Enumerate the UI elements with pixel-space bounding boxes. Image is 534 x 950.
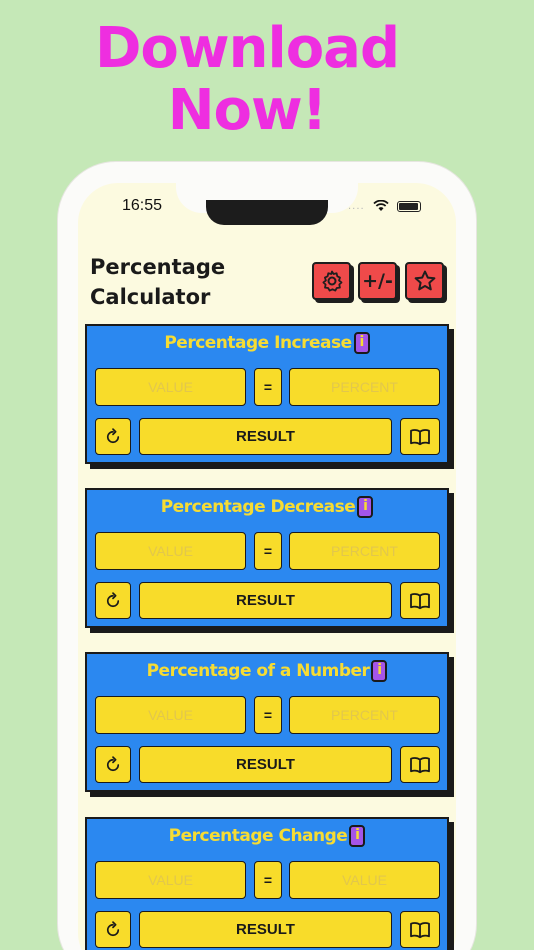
book-icon	[410, 592, 430, 609]
card-title: Percentage of a Number i	[87, 660, 447, 682]
title-line-2: Calculator	[90, 285, 211, 309]
percent-input[interactable]: PERCENT	[289, 696, 440, 734]
refresh-icon	[106, 591, 120, 607]
refresh-icon	[106, 755, 120, 771]
result-display: RESULT	[139, 746, 392, 783]
card-title: Percentage Decrease i	[87, 496, 447, 518]
card-title: Percentage Change i	[87, 825, 447, 847]
result-display: RESULT	[139, 911, 392, 948]
plus-minus-label: +/-	[362, 270, 393, 292]
percent-input[interactable]: PERCENT	[289, 368, 440, 406]
promo-headline: Download Now!	[0, 18, 494, 142]
star-icon	[414, 270, 435, 291]
book-icon	[410, 921, 430, 938]
reset-button[interactable]	[95, 911, 131, 948]
favorites-button[interactable]	[405, 262, 444, 300]
promo-line-2: Now!	[167, 78, 328, 143]
info-icon[interactable]: i	[349, 825, 366, 847]
title-line-1: Percentage	[90, 255, 226, 279]
book-icon	[410, 756, 430, 773]
value-input[interactable]: VALUE	[95, 368, 246, 406]
status-time: 16:55	[122, 197, 163, 214]
book-icon	[410, 428, 430, 445]
plus-minus-button[interactable]: +/-	[358, 262, 397, 300]
result-display: RESULT	[139, 418, 392, 455]
signal-icon: ....	[348, 200, 365, 212]
status-icons: ....	[348, 198, 421, 214]
equals-sign: =	[254, 532, 282, 570]
page-title: Percentage Calculator	[90, 252, 290, 312]
info-icon[interactable]: i	[353, 332, 370, 354]
reset-button[interactable]	[95, 582, 131, 619]
history-button[interactable]	[400, 746, 440, 783]
card-percentage-increase: Percentage Increase i VALUE = PERCENT RES…	[85, 324, 449, 464]
history-button[interactable]	[400, 911, 440, 948]
value-input[interactable]: VALUE	[95, 532, 246, 570]
card-percentage-decrease: Percentage Decrease i VALUE = PERCENT RES…	[85, 488, 449, 628]
card-percentage-of-number: Percentage of a Number i VALUE = PERCENT …	[85, 652, 449, 792]
value-input[interactable]: VALUE	[95, 696, 246, 734]
result-display: RESULT	[139, 582, 392, 619]
info-icon[interactable]: i	[357, 496, 374, 518]
card-percentage-change: Percentage Change i VALUE = VALUE RESULT	[85, 817, 449, 950]
equals-sign: =	[254, 368, 282, 406]
refresh-icon	[106, 920, 120, 936]
value-input[interactable]: VALUE	[95, 861, 246, 899]
settings-button[interactable]	[312, 262, 351, 300]
equals-sign: =	[254, 696, 282, 734]
gear-icon	[322, 270, 342, 292]
wifi-icon	[373, 197, 389, 216]
history-button[interactable]	[400, 582, 440, 619]
promo-line-1: Download	[94, 16, 400, 81]
reset-button[interactable]	[95, 418, 131, 455]
info-icon[interactable]: i	[371, 660, 388, 682]
history-button[interactable]	[400, 418, 440, 455]
equals-sign: =	[254, 861, 282, 899]
percent-input[interactable]: PERCENT	[289, 532, 440, 570]
value-input-2[interactable]: VALUE	[289, 861, 440, 899]
card-title: Percentage Increase i	[87, 332, 447, 354]
refresh-icon	[106, 427, 120, 443]
phone-notch	[206, 200, 328, 225]
reset-button[interactable]	[95, 746, 131, 783]
battery-icon	[396, 200, 421, 212]
